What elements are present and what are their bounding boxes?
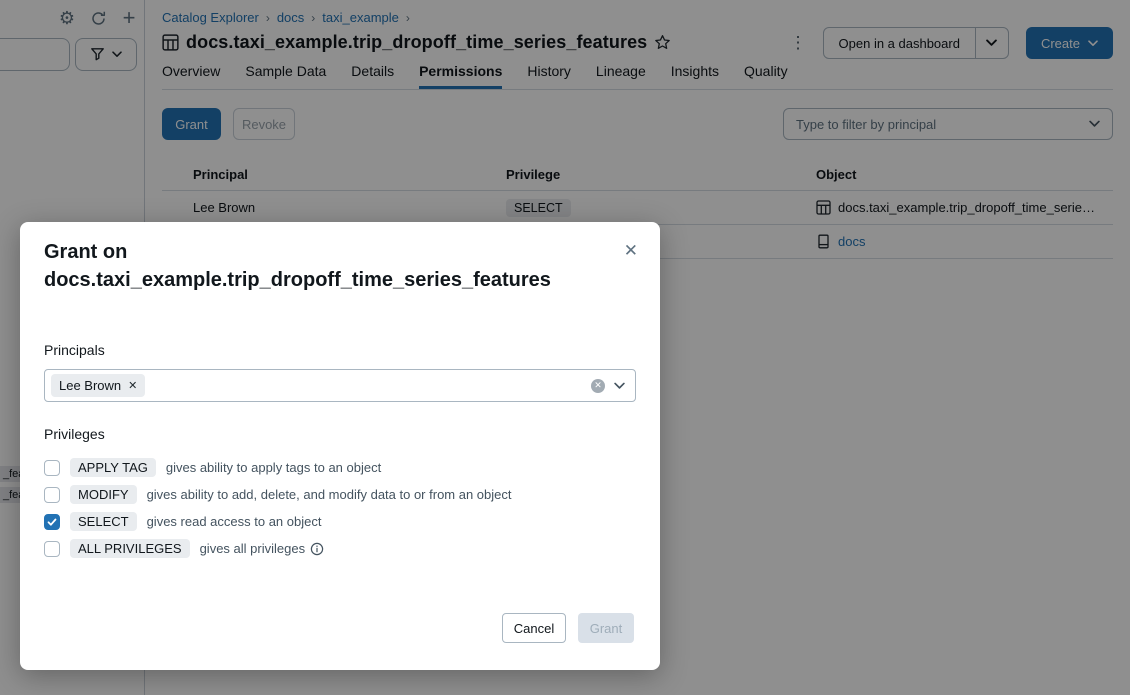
chevron-down-icon[interactable] — [614, 382, 625, 390]
principals-input[interactable]: Lee Brown ✕ ✕ — [44, 369, 636, 402]
principal-chip: Lee Brown ✕ — [51, 374, 145, 397]
clear-all-icon[interactable]: ✕ — [591, 379, 605, 393]
privilege-row-select: SELECT gives read access to an object — [44, 511, 321, 532]
remove-principal-icon[interactable]: ✕ — [128, 379, 137, 392]
all-privileges-checkbox[interactable] — [44, 541, 60, 557]
privilege-description: gives ability to apply tags to an object — [166, 460, 381, 475]
cancel-button[interactable]: Cancel — [502, 613, 566, 643]
privilege-name-badge: ALL PRIVILEGES — [70, 539, 190, 558]
apply-tag-checkbox[interactable] — [44, 460, 60, 476]
modal-title: Grant on docs.taxi_example.trip_dropoff_… — [44, 238, 604, 294]
privilege-name-badge: APPLY TAG — [70, 458, 156, 477]
principals-label: Principals — [44, 342, 105, 358]
close-icon[interactable]: ✕ — [624, 242, 638, 259]
privilege-name-badge: MODIFY — [70, 485, 137, 504]
privileges-label: Privileges — [44, 426, 105, 442]
select-checkbox[interactable] — [44, 514, 60, 530]
grant-modal: Grant on docs.taxi_example.trip_dropoff_… — [20, 222, 660, 670]
modify-checkbox[interactable] — [44, 487, 60, 503]
info-icon[interactable] — [310, 542, 324, 556]
grant-submit-button[interactable]: Grant — [578, 613, 634, 643]
privilege-description: gives all privileges — [200, 541, 306, 556]
catalog-explorer-app: ⚙ + _fea _fea Catalog Explorer › — [0, 0, 1130, 695]
privilege-name-badge: SELECT — [70, 512, 137, 531]
privilege-description: gives ability to add, delete, and modify… — [147, 487, 512, 502]
privilege-description: gives read access to an object — [147, 514, 322, 529]
privilege-row-apply-tag: APPLY TAG gives ability to apply tags to… — [44, 457, 381, 478]
privilege-row-modify: MODIFY gives ability to add, delete, and… — [44, 484, 512, 505]
privilege-row-all-privileges: ALL PRIVILEGES gives all privileges — [44, 538, 324, 559]
principal-chip-label: Lee Brown — [59, 378, 121, 393]
